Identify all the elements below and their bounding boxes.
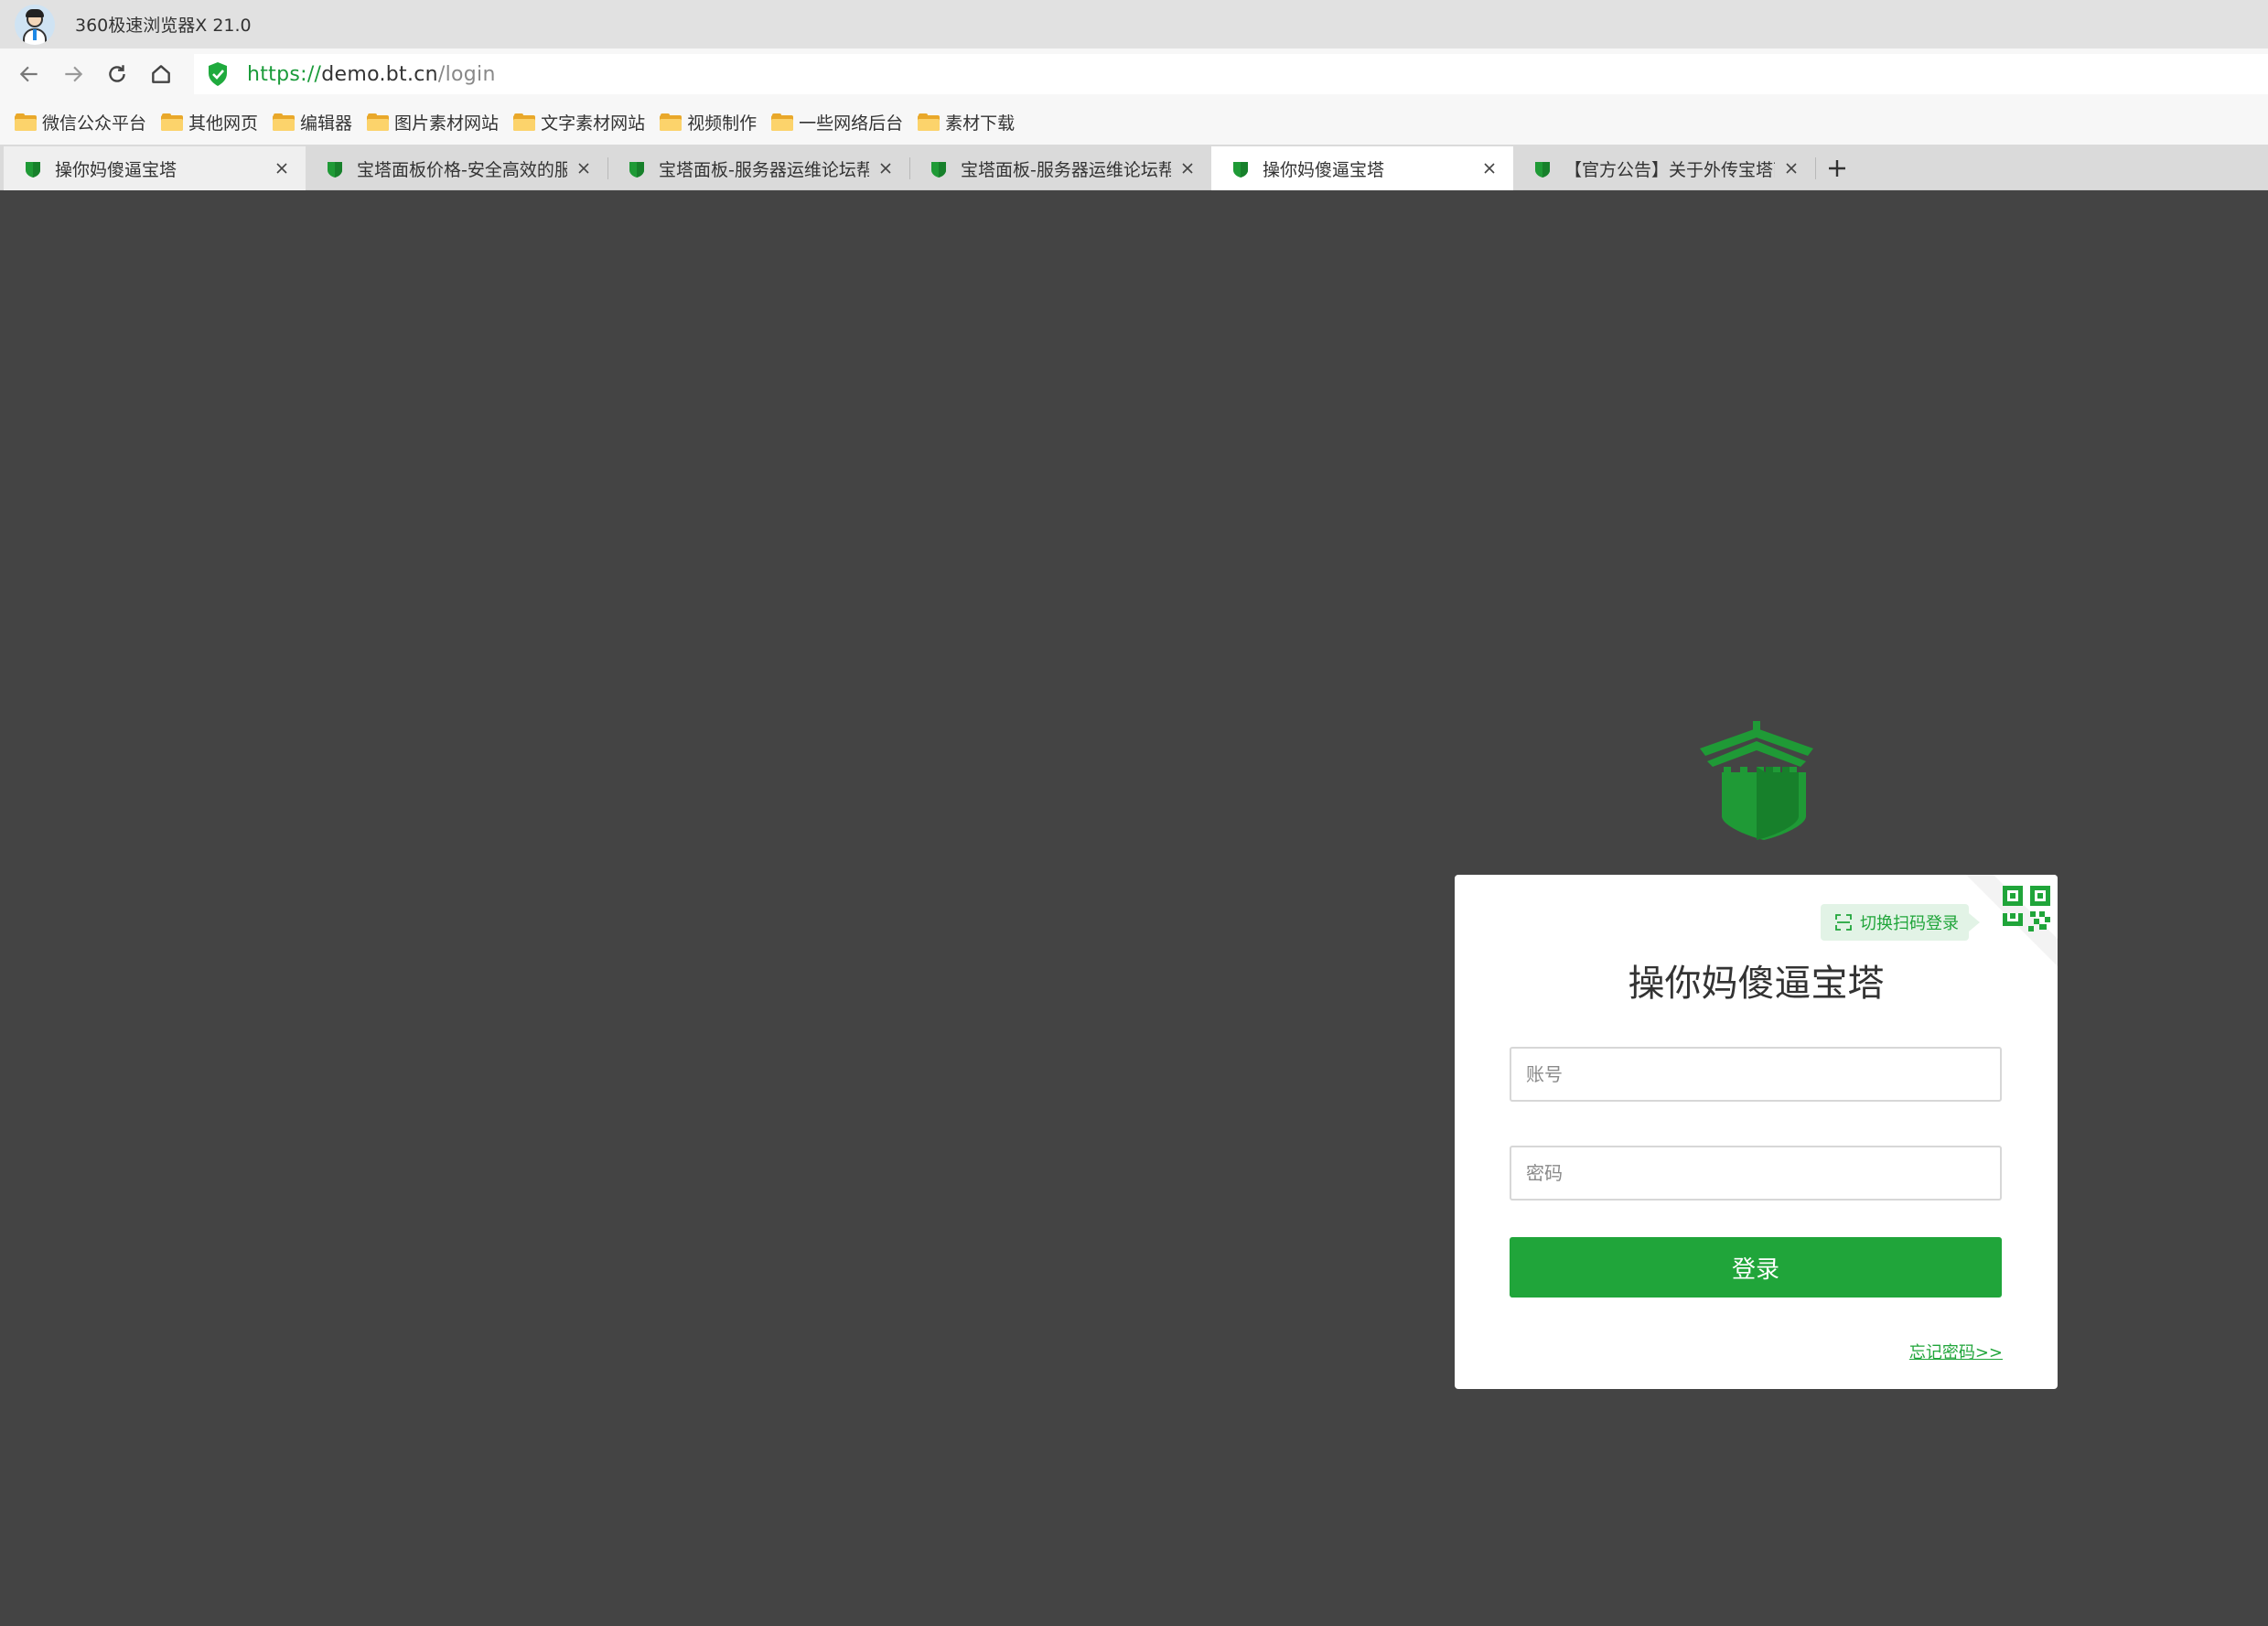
tab-strip: 操你妈傻逼宝塔 宝塔面板价格-安全高效的服务器 宝塔面板-服务器运维论坛帮你 宝… bbox=[0, 145, 2268, 190]
user-avatar[interactable] bbox=[15, 4, 55, 45]
back-arrow-icon bbox=[19, 66, 38, 81]
address-toolbar: https://demo.bt.cn/login bbox=[0, 48, 2268, 99]
bookmark-folder[interactable]: 其他网页 bbox=[161, 110, 258, 135]
bt-favicon-icon bbox=[26, 162, 40, 178]
forward-arrow-icon bbox=[65, 66, 83, 81]
tab-close-icon[interactable] bbox=[1478, 157, 1500, 179]
bt-favicon-icon bbox=[1535, 162, 1550, 178]
qr-code-icon[interactable] bbox=[1966, 875, 2058, 966]
login-card: 切换扫码登录 操你妈傻逼宝塔 登录 忘记密码>> bbox=[1455, 875, 2058, 1389]
bookmarks-bar: 微信公众平台 其他网页 编辑器 图片素材网站 文字素材网站 视频制作 一些网络后… bbox=[0, 99, 2268, 145]
bt-favicon-icon bbox=[1233, 162, 1248, 178]
bookmark-folder[interactable]: 文字素材网站 bbox=[513, 110, 645, 135]
bt-castle-logo-icon bbox=[1700, 721, 1813, 840]
reload-button[interactable] bbox=[95, 52, 139, 96]
window-title: 360极速浏览器X 21.0 bbox=[75, 16, 252, 36]
bt-favicon-icon bbox=[328, 162, 342, 178]
home-icon bbox=[152, 64, 170, 83]
url-text[interactable]: https://demo.bt.cn/login bbox=[247, 63, 496, 86]
tab-close-icon[interactable] bbox=[1177, 157, 1198, 179]
bookmark-folder[interactable]: 素材下载 bbox=[918, 110, 1015, 135]
browser-tab[interactable]: 宝塔面板-服务器运维论坛帮你 bbox=[607, 146, 910, 190]
new-tab-button[interactable] bbox=[1821, 152, 1854, 185]
tab-close-icon[interactable] bbox=[1780, 157, 1802, 179]
browser-tab-active[interactable]: 操你妈傻逼宝塔 bbox=[1211, 146, 1513, 190]
browser-tab[interactable]: 宝塔面板-服务器运维论坛帮你 bbox=[909, 146, 1211, 190]
password-input[interactable] bbox=[1510, 1146, 2002, 1201]
tab-close-icon[interactable] bbox=[271, 157, 293, 179]
folder-icon bbox=[273, 113, 296, 131]
folder-icon bbox=[771, 113, 794, 131]
folder-icon bbox=[15, 113, 37, 131]
bookmark-folder[interactable]: 视频制作 bbox=[660, 110, 757, 135]
username-input[interactable] bbox=[1510, 1047, 2002, 1102]
bookmark-folder[interactable]: 一些网络后台 bbox=[771, 110, 903, 135]
window-titlebar: 360极速浏览器X 21.0 bbox=[0, 0, 2268, 48]
folder-icon bbox=[513, 113, 536, 131]
login-title: 操你妈傻逼宝塔 bbox=[1628, 963, 1885, 1005]
forgot-password-link[interactable]: 忘记密码>> bbox=[1909, 1340, 2003, 1363]
back-button[interactable] bbox=[7, 52, 51, 96]
tab-close-icon[interactable] bbox=[875, 157, 897, 179]
bookmark-folder[interactable]: 编辑器 bbox=[273, 110, 352, 135]
bookmark-folder[interactable]: 图片素材网站 bbox=[367, 110, 499, 135]
bt-favicon-icon bbox=[931, 162, 946, 178]
shield-check-icon[interactable] bbox=[207, 60, 231, 88]
forward-button[interactable] bbox=[51, 52, 95, 96]
scan-icon bbox=[1835, 914, 1852, 931]
folder-icon bbox=[367, 113, 390, 131]
reload-icon bbox=[109, 64, 125, 82]
tab-close-icon[interactable] bbox=[573, 157, 595, 179]
folder-icon bbox=[918, 113, 941, 131]
browser-tab[interactable]: 操你妈傻逼宝塔 bbox=[4, 146, 306, 190]
switch-qr-login-button[interactable]: 切换扫码登录 bbox=[1821, 904, 1980, 941]
browser-tab[interactable]: 【官方公告】关于外传宝塔面板 bbox=[1513, 146, 1816, 190]
url-bar[interactable]: https://demo.bt.cn/login bbox=[194, 54, 2268, 94]
folder-icon bbox=[660, 113, 683, 131]
folder-icon bbox=[161, 113, 184, 131]
login-button[interactable]: 登录 bbox=[1510, 1237, 2002, 1298]
home-button[interactable] bbox=[139, 52, 183, 96]
bt-favicon-icon bbox=[629, 162, 644, 178]
plus-icon bbox=[1829, 160, 1845, 177]
browser-tab[interactable]: 宝塔面板价格-安全高效的服务器 bbox=[306, 146, 608, 190]
bookmark-folder[interactable]: 微信公众平台 bbox=[15, 110, 146, 135]
